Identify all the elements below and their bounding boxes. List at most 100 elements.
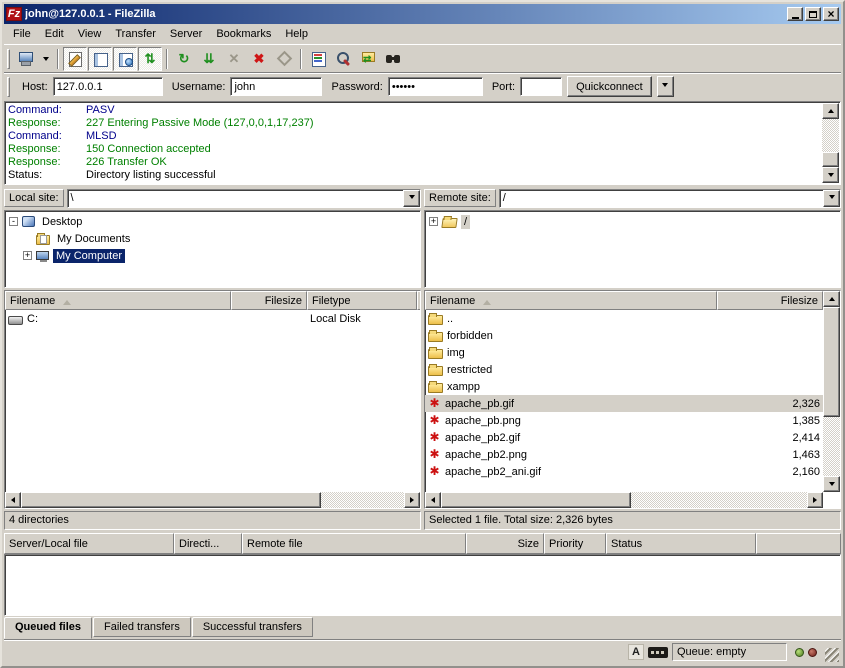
scroll-thumb[interactable] [822, 152, 839, 167]
toggle-local-tree-button[interactable] [88, 47, 112, 71]
tree-item-desktop[interactable]: - Desktop [9, 213, 420, 230]
menu-edit[interactable]: Edit [38, 26, 71, 42]
scroll-left-button[interactable] [425, 492, 441, 508]
local-site-dropdown-button[interactable] [403, 190, 420, 207]
reconnect-button[interactable] [272, 47, 296, 71]
remote-list-body: .. forbidden img restricted [425, 310, 823, 492]
column-filename[interactable]: Filename [5, 291, 231, 310]
password-input[interactable] [388, 77, 483, 96]
file-row[interactable]: ✱apache_pb2.gif 2,414 [425, 429, 823, 446]
quickconnect-grip[interactable] [7, 77, 10, 97]
folder-icon [428, 383, 443, 393]
minimize-button[interactable] [787, 7, 803, 21]
local-tree-icon [91, 50, 109, 68]
tab-queued-files[interactable]: Queued files [4, 617, 92, 639]
remote-list-header: Filename Filesize [425, 291, 823, 310]
menu-bookmarks[interactable]: Bookmarks [209, 26, 278, 42]
process-queue-button[interactable]: ⇊ [197, 47, 221, 71]
scroll-track[interactable] [441, 492, 807, 508]
file-row[interactable]: forbidden [425, 327, 823, 344]
cancel-button[interactable]: ✕ [222, 47, 246, 71]
column-last-modified[interactable]: L [417, 291, 421, 310]
scroll-thumb[interactable] [441, 492, 631, 508]
tree-item-root[interactable]: + / [429, 213, 840, 230]
column-filetype[interactable]: Filetype [307, 291, 417, 310]
host-input[interactable] [53, 77, 163, 96]
quickconnect-button[interactable]: Quickconnect [567, 76, 652, 97]
tab-failed-transfers[interactable]: Failed transfers [93, 617, 191, 637]
find-files-button[interactable] [381, 47, 405, 71]
column-remote-file[interactable]: Remote file [242, 533, 466, 554]
file-row[interactable]: ✱apache_pb2.png 1,463 [425, 446, 823, 463]
synchronized-browsing-button[interactable] [356, 47, 380, 71]
log-vertical-scrollbar[interactable] [822, 103, 839, 183]
column-direction[interactable]: Directi... [174, 533, 242, 554]
scroll-down-button[interactable] [823, 476, 840, 492]
tree-item-my-computer[interactable]: + My Computer [9, 247, 420, 264]
toolbar-grip[interactable] [7, 49, 10, 69]
scroll-up-button[interactable] [823, 291, 840, 307]
port-input[interactable] [520, 77, 562, 96]
file-row[interactable]: img [425, 344, 823, 361]
refresh-button[interactable]: ↻ [172, 47, 196, 71]
log-line: Response:226 Transfer OK [8, 156, 820, 169]
remote-site-dropdown-button[interactable] [823, 190, 840, 207]
scroll-down-button[interactable] [822, 167, 839, 183]
file-row[interactable]: xampp [425, 378, 823, 395]
menu-file[interactable]: File [6, 26, 38, 42]
expand-icon[interactable]: + [23, 251, 32, 260]
column-size[interactable]: Size [466, 533, 544, 554]
scroll-thumb[interactable] [823, 307, 840, 417]
collapse-icon[interactable]: - [9, 217, 18, 226]
scroll-track[interactable] [822, 119, 839, 167]
toggle-remote-tree-button[interactable] [113, 47, 137, 71]
log-line: Response:227 Entering Passive Mode (127,… [8, 117, 820, 130]
remote-vertical-scrollbar[interactable] [823, 291, 840, 492]
menu-view[interactable]: View [71, 26, 109, 42]
disconnect-button[interactable]: ✖ [247, 47, 271, 71]
scroll-track[interactable] [21, 492, 404, 508]
file-row-c-drive[interactable]: C: Local Disk [5, 310, 420, 327]
queue-body[interactable] [4, 554, 841, 616]
column-status[interactable]: Status [606, 533, 756, 554]
menu-server[interactable]: Server [163, 26, 209, 42]
toggle-message-log-button[interactable] [63, 47, 87, 71]
file-row[interactable]: ✱apache_pb2_ani.gif 2,160 [425, 463, 823, 480]
site-manager-button[interactable] [14, 47, 38, 71]
quickconnect-dropdown-button[interactable] [657, 76, 674, 97]
queue-status-text: Queue: empty [672, 643, 787, 661]
filter-button[interactable] [331, 47, 355, 71]
scroll-left-button[interactable] [5, 492, 21, 508]
scroll-up-button[interactable] [822, 103, 839, 119]
remote-site-combobox[interactable]: / [499, 189, 841, 208]
close-button[interactable]: × [823, 7, 839, 21]
tab-successful-transfers[interactable]: Successful transfers [192, 617, 313, 637]
file-row-selected[interactable]: ✱apache_pb.gif 2,326 [425, 395, 823, 412]
tree-item-my-documents[interactable]: My Documents [9, 230, 420, 247]
file-row[interactable]: ✱apache_pb.png 1,385 [425, 412, 823, 429]
scroll-right-button[interactable] [404, 492, 420, 508]
username-input[interactable] [230, 77, 322, 96]
expand-icon[interactable]: + [429, 217, 438, 226]
resize-grip[interactable] [825, 648, 839, 662]
scroll-track[interactable] [823, 307, 840, 476]
maximize-button[interactable] [805, 7, 821, 21]
file-row[interactable]: restricted [425, 361, 823, 378]
file-row[interactable]: .. [425, 310, 823, 327]
site-manager-dropdown-button[interactable] [39, 47, 53, 71]
column-server-local-file[interactable]: Server/Local file [4, 533, 174, 554]
column-filesize[interactable]: Filesize [717, 291, 823, 310]
remote-horizontal-scrollbar[interactable] [425, 492, 823, 508]
local-file-list: Filename Filesize Filetype L C: Local Di… [4, 290, 421, 509]
menu-transfer[interactable]: Transfer [108, 26, 163, 42]
menu-help[interactable]: Help [278, 26, 315, 42]
toggle-transfer-queue-button[interactable]: ⇅ [138, 47, 162, 71]
directory-comparison-button[interactable] [306, 47, 330, 71]
scroll-right-button[interactable] [807, 492, 823, 508]
local-horizontal-scrollbar[interactable] [5, 492, 420, 508]
local-site-combobox[interactable]: \ [67, 189, 421, 208]
column-filename[interactable]: Filename [425, 291, 717, 310]
column-filesize[interactable]: Filesize [231, 291, 307, 310]
column-priority[interactable]: Priority [544, 533, 606, 554]
scroll-thumb[interactable] [21, 492, 321, 508]
